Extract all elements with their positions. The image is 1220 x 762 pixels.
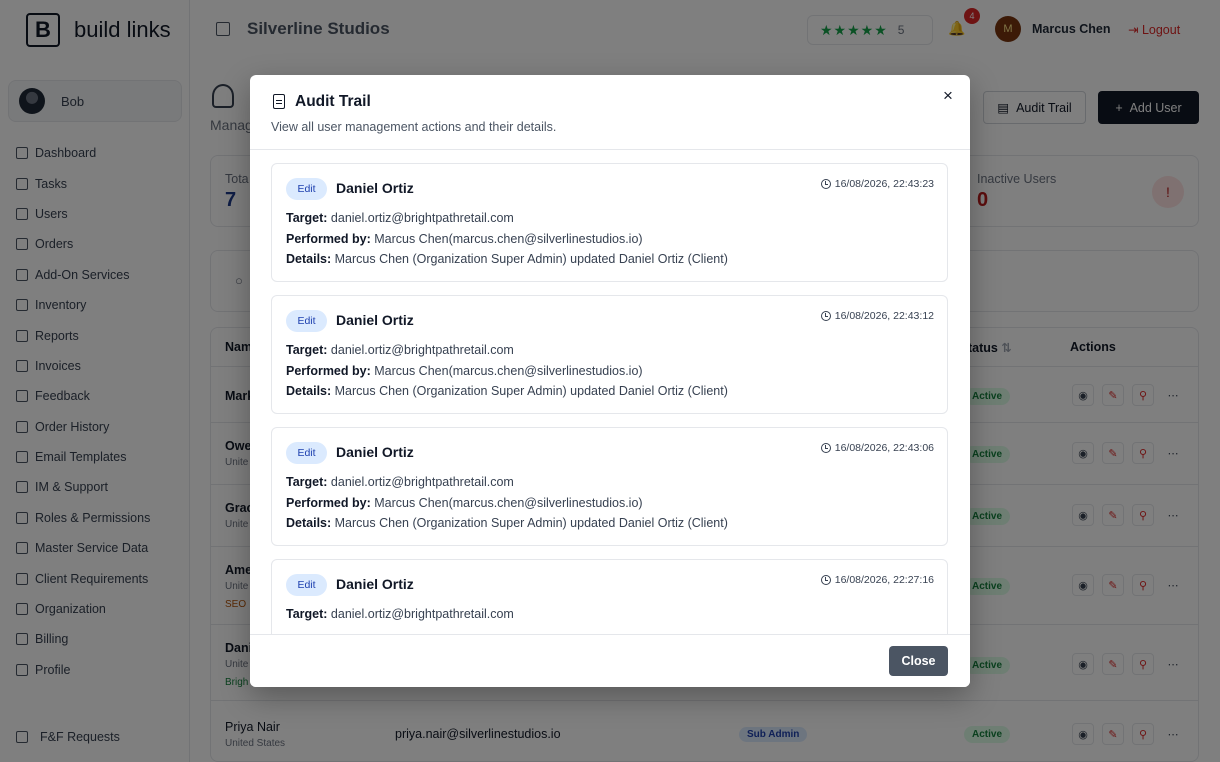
details-label: Details:: [286, 384, 332, 398]
target-value: daniel.ortiz@brightpathretail.com: [330, 607, 514, 621]
target-value: daniel.ortiz@brightpathretail.com: [330, 475, 514, 489]
action-badge: Edit: [286, 442, 327, 464]
target-value: daniel.ortiz@brightpathretail.com: [330, 343, 514, 357]
entry-timestamp: 16/08/2026, 22:27:16: [820, 574, 934, 586]
target-label: Target:: [286, 343, 328, 357]
audit-entry: Edit Daniel Ortiz 16/08/2026, 22:43:06 T…: [271, 427, 948, 546]
clock-icon: [820, 443, 831, 453]
timestamp-text: 16/08/2026, 22:43:23: [834, 178, 934, 190]
entry-target: Target: daniel.ortiz@brightpathretail.co…: [286, 475, 514, 489]
dialog-header: Audit Trail View all user management act…: [250, 75, 970, 150]
details-label: Details:: [286, 516, 332, 530]
clock-icon: [820, 575, 831, 585]
performed-by-value: Marcus Chen(marcus.chen@silverlinestudio…: [374, 364, 643, 378]
performed-by-label: Performed by:: [286, 496, 371, 510]
entry-target: Target: daniel.ortiz@brightpathretail.co…: [286, 343, 514, 357]
details-value: Marcus Chen (Organization Super Admin) u…: [334, 252, 728, 266]
timestamp-text: 16/08/2026, 22:43:06: [834, 442, 934, 454]
details-label: Details:: [286, 252, 332, 266]
entry-target: Target: daniel.ortiz@brightpathretail.co…: [286, 607, 514, 621]
audit-entry: Edit Daniel Ortiz 16/08/2026, 22:43:12 T…: [271, 295, 948, 414]
performed-by-label: Performed by:: [286, 232, 371, 246]
entry-details: Details: Marcus Chen (Organization Super…: [286, 516, 728, 530]
clock-icon: [820, 179, 831, 189]
action-badge: Edit: [286, 574, 327, 596]
dialog-footer: Close: [250, 634, 970, 687]
entry-user-name: Daniel Ortiz: [336, 312, 414, 328]
entry-performed-by: Performed by: Marcus Chen(marcus.chen@si…: [286, 496, 643, 510]
entry-details: Details: Marcus Chen (Organization Super…: [286, 384, 728, 398]
performed-by-value: Marcus Chen(marcus.chen@silverlinestudio…: [374, 232, 643, 246]
timestamp-text: 16/08/2026, 22:43:12: [834, 310, 934, 322]
clock-icon: [820, 311, 831, 321]
audit-log-list[interactable]: Edit Daniel Ortiz 16/08/2026, 22:43:23 T…: [250, 150, 970, 634]
target-value: daniel.ortiz@brightpathretail.com: [330, 211, 514, 225]
entry-user-name: Daniel Ortiz: [336, 576, 414, 592]
entry-performed-by: Performed by: Marcus Chen(marcus.chen@si…: [286, 232, 643, 246]
action-badge: Edit: [286, 310, 327, 332]
details-value: Marcus Chen (Organization Super Admin) u…: [334, 516, 728, 530]
document-icon: [273, 94, 285, 109]
target-label: Target:: [286, 607, 328, 621]
entry-timestamp: 16/08/2026, 22:43:12: [820, 310, 934, 322]
target-label: Target:: [286, 211, 328, 225]
entry-target: Target: daniel.ortiz@brightpathretail.co…: [286, 211, 514, 225]
target-label: Target:: [286, 475, 328, 489]
entry-user-name: Daniel Ortiz: [336, 180, 414, 196]
dialog-description: View all user management actions and the…: [271, 120, 557, 134]
audit-entry: Edit Daniel Ortiz 16/08/2026, 22:27:16 T…: [271, 559, 948, 634]
close-button[interactable]: Close: [889, 646, 948, 676]
audit-entry: Edit Daniel Ortiz 16/08/2026, 22:43:23 T…: [271, 163, 948, 282]
entry-timestamp: 16/08/2026, 22:43:06: [820, 442, 934, 454]
entry-user-name: Daniel Ortiz: [336, 444, 414, 460]
performed-by-label: Performed by:: [286, 364, 371, 378]
entry-performed-by: Performed by: Marcus Chen(marcus.chen@si…: [286, 364, 643, 378]
entry-details: Details: Marcus Chen (Organization Super…: [286, 252, 728, 266]
audit-trail-dialog: Audit Trail View all user management act…: [250, 75, 970, 687]
timestamp-text: 16/08/2026, 22:27:16: [834, 574, 934, 586]
dialog-title: Audit Trail: [295, 93, 371, 110]
action-badge: Edit: [286, 178, 327, 200]
entry-timestamp: 16/08/2026, 22:43:23: [820, 178, 934, 190]
close-icon[interactable]: ×: [940, 87, 956, 104]
details-value: Marcus Chen (Organization Super Admin) u…: [334, 384, 728, 398]
performed-by-value: Marcus Chen(marcus.chen@silverlinestudio…: [374, 496, 643, 510]
